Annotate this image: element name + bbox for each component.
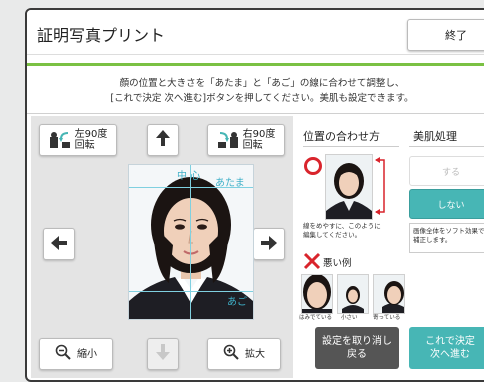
cancel-label-2: 戻る — [347, 349, 367, 360]
head-guide-label: あたま — [215, 178, 245, 189]
rotate-left-label-1: 左90度 — [74, 129, 108, 140]
zoom-in-icon — [223, 344, 239, 364]
bad-example-3-caption: 寄っている — [373, 315, 401, 321]
move-right-button[interactable] — [253, 228, 285, 260]
rotate-right-button[interactable]: 右90度 回転 — [207, 124, 285, 156]
rotate-right-icon — [217, 130, 239, 150]
bad-example-3 — [373, 274, 405, 314]
photo-edit-area: 左90度 回転 右90度 回転 中 心 あたま あご 縮小 拡大 — [31, 116, 293, 378]
cancel-back-button[interactable]: 設定を取り消し 戻る — [315, 327, 399, 369]
center-guide-line — [190, 165, 191, 319]
chin-guide-label: あご — [227, 297, 247, 308]
good-example-caption: 線をめやすに、このように 編集してください。 — [303, 222, 381, 239]
skin-off-button[interactable]: しない — [409, 189, 484, 219]
instruction-line-1: 顔の位置と大きさを「あたま」と「あご」の線に合わせて調整し、 — [119, 78, 405, 89]
next-label-1: これで決定 — [425, 336, 475, 347]
arrow-up-icon — [156, 130, 170, 150]
skin-on-button[interactable]: する — [409, 156, 484, 186]
arrow-right-icon — [261, 235, 277, 254]
chin-guide-line — [129, 291, 253, 292]
rotate-left-label-2: 回転 — [74, 140, 95, 151]
app-window: 証明写真プリント 終了 顔の位置と大きさを「あたま」と「あご」の線に合わせて調整… — [25, 8, 484, 382]
instructions: 顔の位置と大きさを「あたま」と「あご」の線に合わせて調整し、 [これで決定 次へ… — [27, 76, 484, 106]
zoom-out-icon — [55, 344, 71, 364]
bad-example-title: 悪い例 — [323, 258, 352, 269]
arrow-left-icon — [51, 235, 67, 254]
rotate-left-icon — [49, 130, 71, 150]
size-bracket-icon — [375, 156, 389, 220]
bad-example-1 — [301, 274, 333, 314]
skin-title: 美肌処理 — [413, 130, 457, 143]
position-help-underline — [303, 146, 399, 147]
arrow-down-icon — [156, 344, 170, 364]
bad-example-2 — [337, 274, 369, 314]
move-down-button[interactable] — [147, 338, 179, 370]
rotate-left-button[interactable]: 左90度 回転 — [39, 124, 117, 156]
window-title: 証明写真プリント — [37, 26, 166, 45]
good-example-thumbnail — [325, 154, 373, 220]
divider — [27, 113, 484, 114]
skin-description: 画像全体をソフト効果で 補正します。 — [409, 223, 484, 253]
portrait-photo[interactable]: 中 心 あたま あご — [128, 164, 254, 320]
end-button[interactable]: 終了 — [407, 19, 484, 51]
enlarge-button[interactable]: 拡大 — [207, 338, 281, 370]
instruction-line-2: [これで決定 次へ進む]ボタンを押してください。美肌も設定できます。 — [110, 93, 414, 104]
center-guide-label: 中 心 — [177, 171, 201, 182]
good-circle-icon — [303, 156, 323, 180]
confirm-next-button[interactable]: これで決定 次へ進む — [409, 327, 484, 369]
rotate-right-label-1: 右90度 — [242, 129, 276, 140]
shrink-button[interactable]: 縮小 — [39, 338, 113, 370]
move-left-button[interactable] — [43, 228, 75, 260]
accent-bar — [27, 63, 484, 66]
settings-panel: 位置の合わせ方 美肌処理 線をめやすに、このように 編集してください。 悪い例 — [299, 116, 484, 378]
position-help-title: 位置の合わせ方 — [303, 130, 380, 143]
enlarge-label: 拡大 — [245, 348, 265, 360]
cancel-label-1: 設定を取り消し — [322, 336, 392, 347]
next-label-2: 次へ進む — [429, 349, 470, 360]
skin-underline — [409, 146, 484, 147]
bad-cross-icon — [303, 252, 321, 274]
shrink-label: 縮小 — [77, 348, 97, 360]
move-up-button[interactable] — [147, 124, 179, 156]
title-bar: 証明写真プリント 終了 — [27, 10, 484, 55]
bad-example-2-caption: 小さい — [341, 315, 358, 321]
rotate-right-label-2: 回転 — [242, 140, 263, 151]
bad-example-1-caption: はみでている — [299, 315, 333, 321]
